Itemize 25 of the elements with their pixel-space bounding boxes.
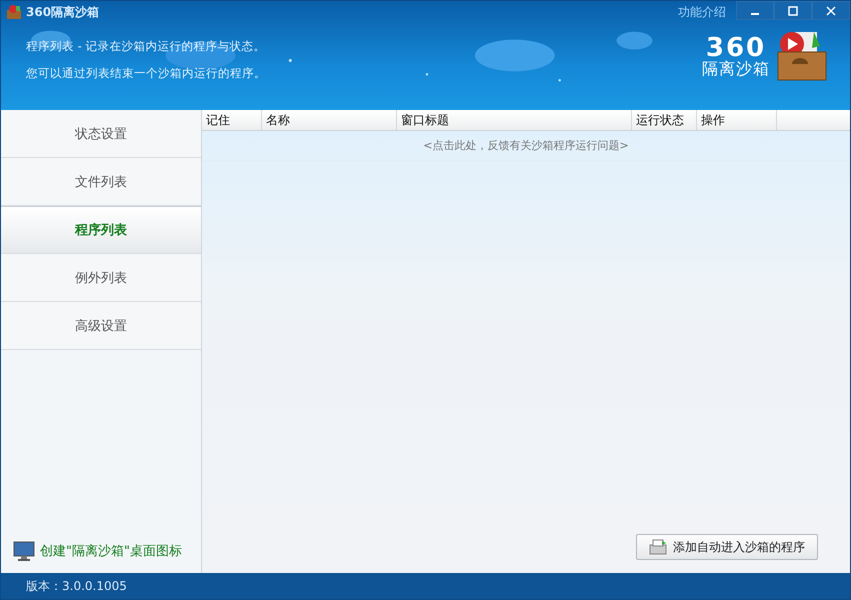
version-text: 版本：3.0.0.1005 bbox=[26, 578, 127, 594]
maximize-button[interactable] bbox=[774, 1, 812, 20]
maximize-icon bbox=[787, 4, 799, 16]
column-header: 窗口标题 bbox=[397, 110, 632, 130]
window-title: 360隔离沙箱 bbox=[26, 4, 100, 20]
box-icon bbox=[6, 4, 22, 20]
add-program-button[interactable]: 添加自动进入沙箱的程序 bbox=[636, 534, 818, 560]
minimize-icon bbox=[751, 12, 759, 14]
create-shortcut-link[interactable]: 创建"隔离沙箱"桌面图标 bbox=[40, 542, 182, 560]
column-header: 名称 bbox=[262, 110, 397, 130]
close-button[interactable] bbox=[812, 1, 850, 20]
feedback-link[interactable]: <点击此处，反馈有关沙箱程序运行问题> bbox=[423, 138, 629, 153]
close-icon bbox=[825, 4, 837, 16]
logo-number: 360 bbox=[706, 35, 766, 61]
column-header: 运行状态 bbox=[632, 110, 697, 130]
column-header: 记住 bbox=[202, 110, 262, 130]
logo-text: 隔离沙箱 bbox=[702, 61, 770, 77]
description-text: 程序列表 - 记录在沙箱内运行的程序与状态。 bbox=[26, 38, 266, 55]
sidebar-tab[interactable]: 程序列表 bbox=[1, 206, 201, 254]
printer-icon bbox=[649, 539, 667, 555]
help-link[interactable]: 功能介绍 bbox=[678, 4, 726, 20]
column-header: 操作 bbox=[697, 110, 777, 130]
monitor-icon bbox=[13, 541, 35, 561]
minimize-button[interactable] bbox=[736, 1, 774, 20]
description-text: 您可以通过列表结束一个沙箱内运行的程序。 bbox=[26, 65, 266, 82]
